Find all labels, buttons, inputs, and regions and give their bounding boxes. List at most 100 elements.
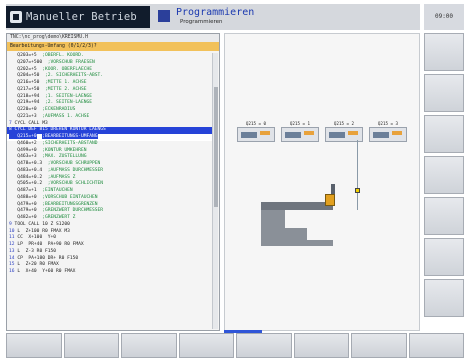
nc-code: CYCL CALL M3 [11,120,48,126]
nc-comment: ;VORSCHUB EINTAUCHEN [42,194,98,200]
nc-code: Q505=+0.2 [9,181,43,187]
nc-comment: ;GRENZWERT DURCHMESSER [42,208,104,214]
nc-code: L X+40 Y+60 R0 FMAX [14,269,76,274]
program-line[interactable]: Q217=+50 ;MITTE 2. ACHSE [7,87,213,94]
right-softkey-3[interactable] [424,115,464,153]
nc-comment: ;KOOR. OBERFLAECHE [42,66,93,72]
help-graphic-panel: Q215 = 0 Q215 = 1 Q215 = 2 Q215 = 3 [224,33,420,331]
nc-comment: ;AUFMASS DURCHMESSER [47,167,104,173]
nc-code: Q499=+0 [9,147,37,153]
mode-header: Manueller Betrieb Programmieren Programm… [6,4,420,30]
program-line[interactable]: Q460=+2 ;SICHERHEITS-ABSTAND [7,141,213,148]
nc-comment: ;GRENZWERT Z [42,215,76,220]
nc-code: Q479=+0 [9,201,37,207]
manual-mode-tab[interactable]: Manueller Betrieb [6,6,150,28]
nc-code: Q488=+0 [9,194,37,200]
program-line[interactable]: Q216=+50 ;MITTE 1. ACHSE [7,80,213,87]
nc-comment: ;2. SICHERHEITS-ABST. [44,73,104,79]
nc-code: Q484=+0.2 [9,174,43,180]
nc-code: Q202=+5 [9,66,37,72]
workpiece-turned-step [285,210,333,228]
softkey-8[interactable] [408,333,464,358]
nc-comment: ;SICHERHEITS-ABSTAND [42,140,98,146]
program-line[interactable]: Q215=+0 ;BEARBEITUNGS-UMFANG [7,134,213,141]
program-scrollbar[interactable] [212,53,218,329]
softkey-1[interactable] [6,333,62,358]
strategy-label: Q215 = 3 [377,121,399,126]
nc-code: Q217=+50 [9,86,40,92]
nc-comment: ;AUFMASS 1. ACHSE [42,113,90,119]
programming-mode-sublabel: Programmieren [180,19,223,25]
softkey-6[interactable] [293,333,349,358]
nc-code: Q218=+94 [9,93,40,99]
nc-code: Q207=+500 [9,59,43,65]
program-line[interactable]: 15 L Z+20 R0 FMAX [7,262,213,269]
program-line[interactable]: Q478=+0.3 ;VORSCHUB SCHRUPPEN [7,161,213,168]
programming-mode-label: Programmieren [176,7,255,18]
nc-comment: ;KONTUR UMKEHREN [42,147,87,153]
nc-comment: ;1. SEITEN-LAENGE [44,93,93,99]
scrollbar-thumb[interactable] [214,87,218,207]
program-line[interactable]: 11 CC X+100 Y+0 [7,235,213,242]
right-softkey-5[interactable] [424,197,464,235]
nc-code: L Z+20 R0 FMAX [14,262,59,268]
softkey-5[interactable] [236,333,292,358]
strategy-diagram-icon [237,127,275,142]
right-softkey-2[interactable] [424,74,464,112]
nc-code: Q482=+0 [9,215,37,220]
nc-comment: ;MAX. ZUSTELLUNG [42,154,87,160]
horizontal-softkey-bar [6,333,464,358]
program-line[interactable]: Q483=+0.4 ;AUFMASS DURCHMESSER [7,168,213,175]
nc-code: Q221=+3 [9,113,37,119]
right-softkey-6[interactable] [424,238,464,276]
nc-code: Q216=+50 [9,80,40,85]
program-line[interactable]: Q488=+0 ;VORSCHUB EINTAUCHEN [7,195,213,202]
right-softkey-1[interactable] [424,33,464,71]
softkey-2[interactable] [63,333,119,358]
program-line[interactable]: Q487=+1 ;EINTAUCHEN [7,188,213,195]
program-line[interactable]: 13 L Z-3 R0 F150 [7,249,213,256]
nc-comment: ;VORSCHUB SCHRUPPEN [47,161,101,166]
program-line[interactable]: 9 TOOL CALL 10 Z S1200 [7,222,213,229]
strategy-picture: Q215 = 0 [237,120,275,146]
program-line[interactable]: Q463=+3 ;MAX. ZUSTELLUNG [7,154,213,161]
program-line[interactable]: 8 CYCL DEF 815 DREHEN KONTUR LAENGS [7,127,213,134]
program-line[interactable]: Q207=+500 ;VORSCHUB FRAESEN [7,60,213,67]
nc-code: Q463=+3 [9,154,37,160]
program-line[interactable]: 12 LP PR+40 PA+90 R0 FMAX [7,242,213,249]
softkey-4[interactable] [178,333,234,358]
workpiece-turned-step-2 [307,228,333,240]
program-line[interactable]: Q505=+0.2 ;VORSCHUB SCHLICHTEN [7,181,213,188]
right-softkey-4[interactable] [424,156,464,194]
program-line[interactable]: Q479=+0 ;GRENZWERT DURCHMESSER [7,208,213,215]
nc-comment: ;AUFMASS Z [47,174,76,180]
nc-code: Q219=+94 [9,100,40,106]
program-line[interactable]: Q219=+94 ;2. SEITEN-LAENGE [7,100,213,107]
nc-comment: ;VORSCHUB SCHLICHTEN [47,181,104,187]
softkey-3[interactable] [121,333,177,358]
nc-code: Q215=+0 [9,134,37,139]
program-line[interactable]: Q204=+50 ;2. SICHERHEITS-ABST. [7,73,213,80]
nc-code: Q203=+5 [9,53,37,58]
nc-code: Q204=+50 [9,73,40,79]
nc-comment: ;MITTE 2. ACHSE [44,86,87,92]
softkey-7[interactable] [351,333,407,358]
strategy-picture: Q215 = 1 [281,120,319,146]
programming-mode-tab[interactable]: Programmieren Programmieren [156,6,264,28]
nc-code: LP PR+40 PA+90 R0 FMAX [14,242,84,247]
program-line[interactable]: Q220=+0 ;ECKENRADIUS [7,107,213,114]
program-line[interactable]: Q203=+5 ;OBERFL. KOORD. [7,53,213,60]
nc-code: CYCL DEF 815 DREHEN KONTUR LAENGS [11,127,106,133]
nc-comment: ;ECKENRADIUS [42,107,76,112]
nc-comment: ;VORSCHUB FRAESEN [47,59,95,65]
start-point-marker [355,188,360,193]
program-line[interactable]: Q482=+0 ;GRENZWERT Z [7,215,213,222]
dialog-question: Bearbeitungs-Umfang (0/1/2/3)? [7,42,219,51]
program-editor[interactable]: TNC:\nc_prog\demo\KREISMU.H Bearbeitungs… [6,33,220,331]
cnc-control-screen: Manueller Betrieb Programmieren Programm… [0,0,468,360]
program-line[interactable]: Q221=+3 ;AUFMASS 1. ACHSE [7,114,213,121]
nc-comment: ;BEARBEITUNGSGRENZEN [42,201,98,207]
right-softkey-7[interactable] [424,279,464,317]
program-line[interactable]: 16 L X+40 Y+60 R0 FMAX [7,269,213,276]
nc-code: Q487=+1 [9,188,37,193]
